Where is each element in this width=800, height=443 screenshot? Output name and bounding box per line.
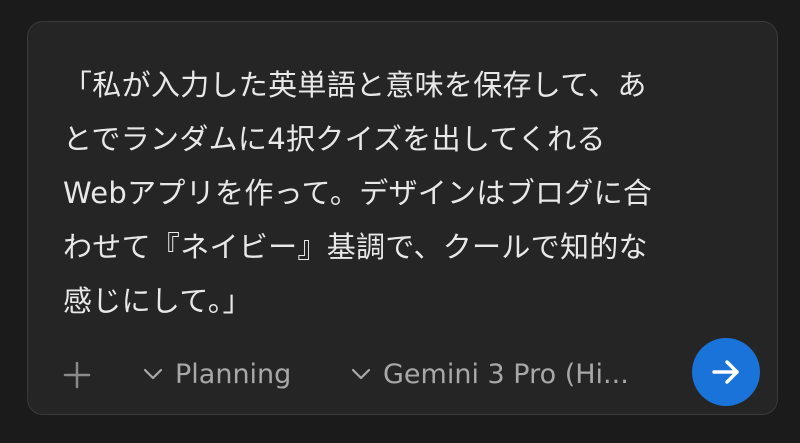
add-button[interactable] [59,357,95,393]
prompt-composer[interactable]: 「私が入力した英単語と意味を保存して、あ とでランダムに4択クイズを出してくれる… [27,21,778,415]
composer-toolbar: Planning Gemini 3 Pro (Hi... [28,334,777,410]
model-label: Gemini 3 Pro (Hi... [383,358,629,390]
send-button[interactable] [692,338,760,406]
prompt-line-4: わせて『ネイビー』基調で、クールで知的な [63,230,648,264]
prompt-line-1: 「私が入力した英単語と意味を保存して、あ [63,68,647,102]
chevron-down-icon [143,368,163,380]
plus-icon [63,361,91,389]
prompt-line-2: とでランダムに4択クイズを出してくれる [63,122,606,156]
prompt-text-area[interactable]: 「私が入力した英単語と意味を保存して、あ とでランダムに4択クイズを出してくれる… [63,58,753,328]
mode-label: Planning [175,358,292,390]
arrow-right-icon [712,360,739,384]
mode-selector[interactable]: Planning [143,354,291,394]
prompt-line-5: 感じにして。」 [63,284,252,318]
chevron-down-icon [351,368,371,380]
model-selector[interactable]: Gemini 3 Pro (Hi... [351,354,629,394]
prompt-line-3: Webアプリを作って。デザインはブログに合 [63,176,653,210]
